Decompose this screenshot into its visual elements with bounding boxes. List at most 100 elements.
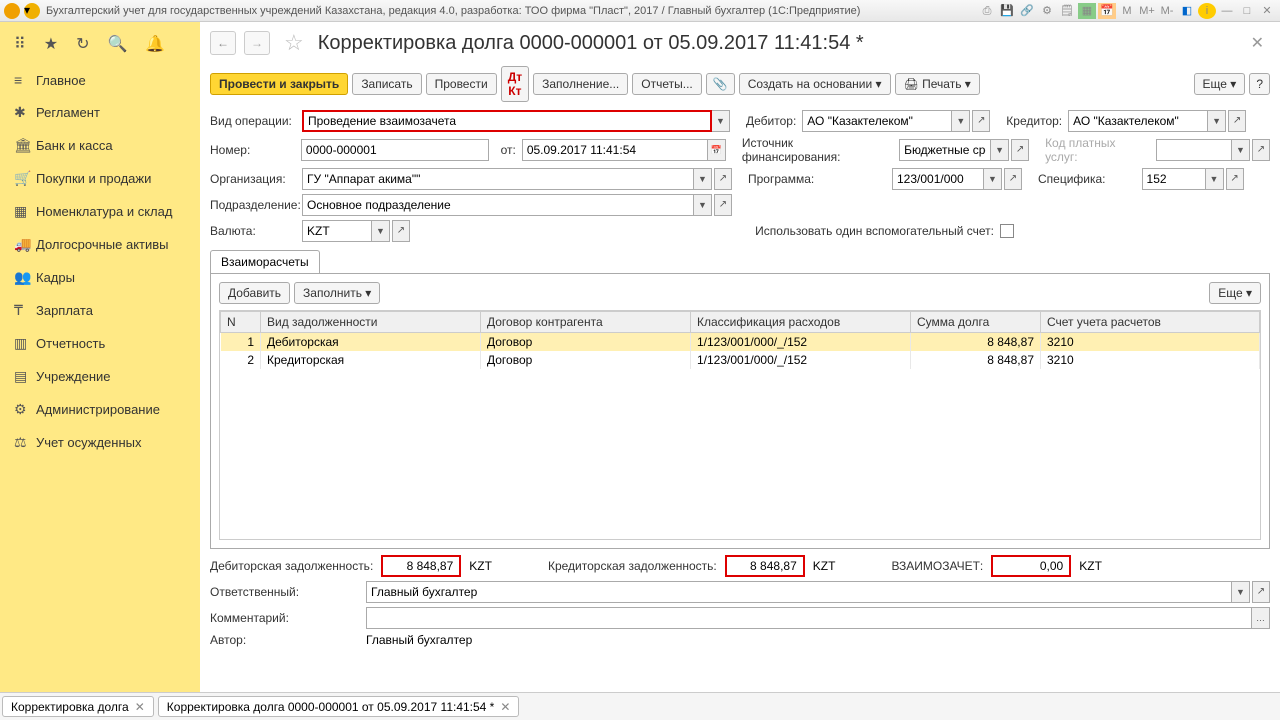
tb-m-icon[interactable]: M (1118, 3, 1136, 19)
help-button[interactable]: ? (1249, 73, 1270, 95)
col-acc[interactable]: Счет учета расчетов (1041, 312, 1260, 333)
print-button[interactable]: 🖨 Печать ▾ (895, 73, 980, 95)
maximize-icon[interactable]: □ (1238, 3, 1256, 19)
fill-rows-button[interactable]: Заполнить ▾ (294, 282, 380, 304)
sidebar-item-admin[interactable]: ⚙Администрирование (0, 393, 200, 426)
debitor-input[interactable] (802, 110, 952, 132)
bell-icon[interactable]: 🔔 (145, 34, 165, 54)
attach-icon[interactable]: 📎 (706, 73, 735, 95)
resp-input[interactable] (366, 581, 1232, 603)
sidebar-item-main[interactable]: ≡Главное (0, 64, 200, 96)
open-icon[interactable]: ↗ (714, 194, 732, 216)
close-doc-button[interactable]: ✕ (1245, 33, 1270, 53)
open-icon[interactable]: ↗ (392, 220, 410, 242)
more-button[interactable]: Еще ▾ (1194, 73, 1246, 95)
specific-input[interactable] (1142, 168, 1206, 190)
add-row-button[interactable]: Добавить (219, 282, 290, 304)
back-button[interactable]: ← (210, 31, 236, 55)
tb-panels-icon[interactable]: ◧ (1178, 3, 1196, 19)
open-icon[interactable]: ↗ (1226, 168, 1244, 190)
col-class[interactable]: Классификация расходов (691, 312, 911, 333)
dept-input[interactable] (302, 194, 694, 216)
dropdown-icon[interactable]: ▼ (1206, 168, 1224, 190)
open-icon[interactable]: ↗ (1228, 110, 1246, 132)
post-button[interactable]: Провести (426, 73, 497, 95)
open-icon[interactable]: ↗ (1011, 139, 1029, 161)
open-icon[interactable]: ↗ (1004, 168, 1022, 190)
table-row[interactable]: 1ДебиторскаяДоговор1/123/001/000/_/1528 … (221, 333, 1260, 352)
tb-gear-icon[interactable]: ⚙ (1038, 3, 1056, 19)
dropdown-icon[interactable]: ▼ (694, 168, 712, 190)
dropdown-icon[interactable]: ▼ (694, 194, 712, 216)
star-icon[interactable]: ★ (44, 34, 58, 54)
dropdown-icon[interactable]: ▼ (952, 110, 970, 132)
col-sum[interactable]: Сумма долга (911, 312, 1041, 333)
dropdown-icon[interactable]: ▼ (712, 110, 730, 132)
currency-input[interactable] (302, 220, 372, 242)
open-icon[interactable]: ↗ (1252, 581, 1270, 603)
number-input[interactable] (301, 139, 489, 161)
sidebar-item-org[interactable]: ▤Учреждение (0, 360, 200, 393)
reports-button[interactable]: Отчеты... (632, 73, 701, 95)
dropdown-icon[interactable]: ▼ (1232, 581, 1250, 603)
op-type-input[interactable] (302, 110, 712, 132)
window-tab-1[interactable]: Корректировка долга✕ (2, 696, 154, 717)
fin-src-input[interactable] (899, 139, 991, 161)
tb-calendar-icon[interactable]: ▦ (1078, 3, 1096, 19)
dropdown-icon[interactable]: ▼ (372, 220, 390, 242)
dropdown-icon[interactable]: ▾ (24, 3, 40, 19)
sidebar-item-hr[interactable]: 👥Кадры (0, 261, 200, 294)
sidebar-item-salary[interactable]: ₸Зарплата (0, 294, 200, 327)
tb-mplus-icon[interactable]: M+ (1138, 3, 1156, 19)
tb-link-icon[interactable]: 🔗 (1018, 3, 1036, 19)
grid-more-button[interactable]: Еще ▾ (1209, 282, 1261, 304)
sidebar-item-prison[interactable]: ⚖Учет осужденных (0, 426, 200, 459)
tb-save-icon[interactable]: 💾 (998, 3, 1016, 19)
tb-calendar2-icon[interactable]: 📅 (1098, 3, 1116, 19)
create-based-button[interactable]: Создать на основании ▾ (739, 73, 891, 95)
favorite-icon[interactable]: ☆ (284, 30, 304, 56)
close-tab-icon[interactable]: ✕ (135, 700, 145, 714)
sidebar-item-reglament[interactable]: ✱Регламент (0, 96, 200, 129)
tb-mminus-icon[interactable]: M- (1158, 3, 1176, 19)
program-input[interactable] (892, 168, 984, 190)
tb-print-icon[interactable]: ⎙ (978, 3, 996, 19)
tab-settlements[interactable]: Взаиморасчеты (210, 250, 320, 273)
dropdown-icon[interactable]: ▼ (1232, 139, 1250, 161)
history-icon[interactable]: ↻ (76, 34, 89, 54)
sidebar-item-assets[interactable]: 🚚Долгосрочные активы (0, 228, 200, 261)
dt-kt-icon[interactable]: ДтКт (501, 66, 529, 102)
close-icon[interactable]: ✕ (1258, 3, 1276, 19)
tb-calc-icon[interactable]: 🗒 (1058, 3, 1076, 19)
minimize-icon[interactable]: — (1218, 3, 1236, 19)
search-icon[interactable]: 🔍 (107, 34, 127, 54)
creditor-input[interactable] (1068, 110, 1208, 132)
close-tab-icon[interactable]: ✕ (500, 700, 510, 714)
open-icon[interactable]: ↗ (1252, 139, 1270, 161)
sidebar-item-nomen[interactable]: ▦Номенклатура и склад (0, 195, 200, 228)
sidebar-item-reports[interactable]: ▥Отчетность (0, 327, 200, 360)
comment-input[interactable] (366, 607, 1252, 629)
org-input[interactable] (302, 168, 694, 190)
calendar-icon[interactable]: 📅 (708, 139, 726, 161)
sidebar-item-sales[interactable]: 🛒Покупки и продажи (0, 162, 200, 195)
dropdown-icon[interactable]: ▼ (1208, 110, 1226, 132)
fill-button[interactable]: Заполнение... (533, 73, 628, 95)
open-icon[interactable]: ↗ (714, 168, 732, 190)
date-input[interactable] (522, 139, 708, 161)
expand-icon[interactable]: … (1252, 607, 1270, 629)
use-one-checkbox[interactable] (1000, 224, 1014, 238)
window-tab-2[interactable]: Корректировка долга 0000-000001 от 05.09… (158, 696, 520, 717)
settlements-grid[interactable]: N Вид задолженности Договор контрагента … (219, 310, 1261, 540)
dropdown-icon[interactable]: ▼ (991, 139, 1009, 161)
col-type[interactable]: Вид задолженности (261, 312, 481, 333)
table-row[interactable]: 2КредиторскаяДоговор1/123/001/000/_/1528… (221, 351, 1260, 369)
post-and-close-button[interactable]: Провести и закрыть (210, 73, 348, 95)
forward-button[interactable]: → (244, 31, 270, 55)
col-contract[interactable]: Договор контрагента (481, 312, 691, 333)
dropdown-icon[interactable]: ▼ (984, 168, 1002, 190)
apps-icon[interactable]: ⠿ (14, 34, 26, 54)
sidebar-item-bank[interactable]: 🏛Банк и касса (0, 129, 200, 162)
tb-info-icon[interactable]: i (1198, 3, 1216, 19)
open-icon[interactable]: ↗ (972, 110, 990, 132)
